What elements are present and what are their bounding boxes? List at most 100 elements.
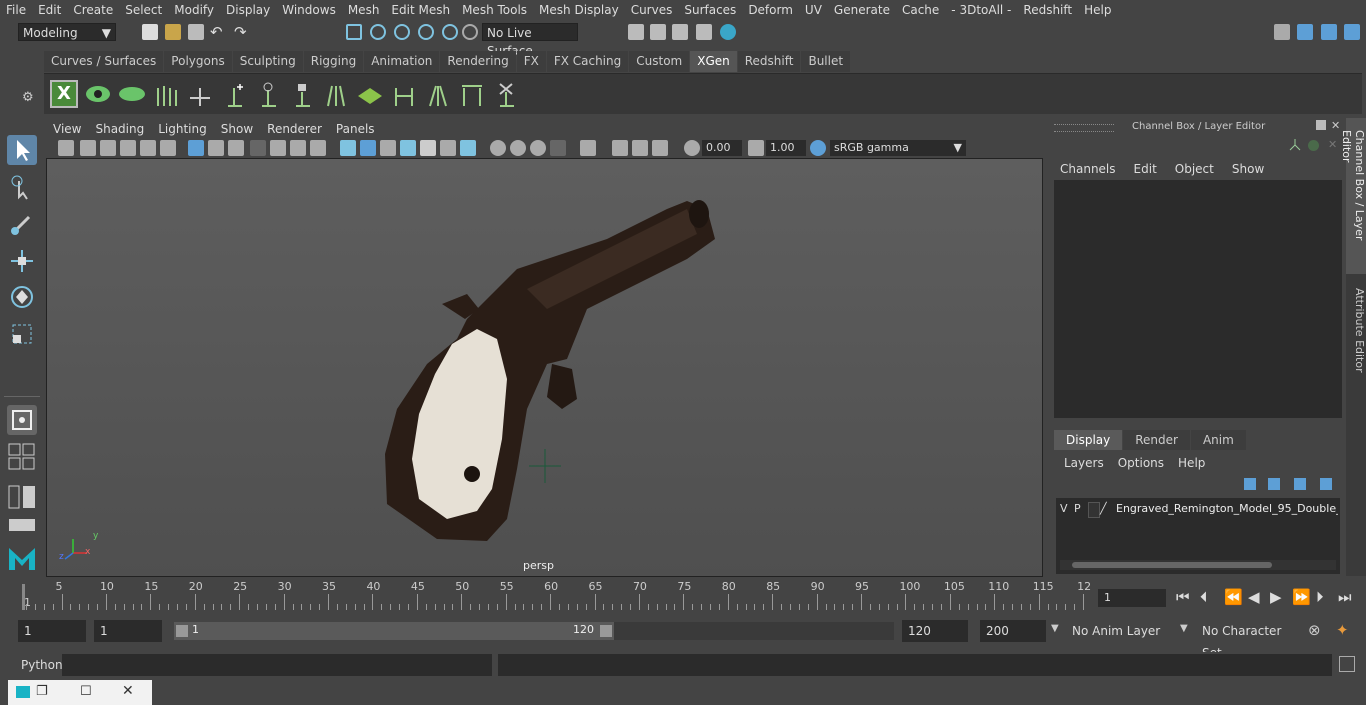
range-slider[interactable]: 1 120 [174,622,614,640]
two-d-pan-icon[interactable] [140,140,156,156]
shelf-tab-redshift[interactable]: Redshift [737,51,801,72]
tab-channel-box[interactable]: Channel Box / Layer Editor [1340,118,1366,274]
xgen-add-guides-icon[interactable] [152,80,180,108]
safe-title-icon[interactable] [310,140,326,156]
perspective-viewport[interactable]: persp y x z [46,158,1043,577]
smooth-shade-icon[interactable] [360,140,376,156]
layer-visibility-toggle[interactable]: V [1060,502,1068,515]
menu-surfaces[interactable]: Surfaces [678,3,742,17]
menu-generate[interactable]: Generate [828,3,896,17]
live-surface-field[interactable]: No Live Surface [482,23,578,58]
menu-create[interactable]: Create [67,3,119,17]
menu-windows[interactable]: Windows [276,3,342,17]
restore-icon[interactable]: ❐ [36,684,48,699]
current-time-marker[interactable] [22,584,25,610]
paint-select-icon[interactable] [7,209,37,239]
render-sequence-icon[interactable] [650,24,666,40]
depth-of-field-icon[interactable] [550,140,566,156]
preferences-icon[interactable]: ✦ [1336,621,1349,639]
gate-mask-icon[interactable] [250,140,266,156]
single-view-icon[interactable] [7,405,37,435]
xgen-editor-icon[interactable]: X [50,80,78,108]
menu-uv[interactable]: UV [799,3,828,17]
snap-surface-icon[interactable] [442,24,458,40]
render-frame-icon[interactable] [628,24,644,40]
channel-box-menu-show[interactable]: Show [1232,162,1264,176]
safe-action-icon[interactable] [290,140,306,156]
grid-toggle-icon[interactable] [188,140,204,156]
undo-icon[interactable]: ↶ [210,24,226,40]
channel-box-menu-channels[interactable]: Channels [1060,162,1116,176]
command-input[interactable] [62,654,492,676]
close-icon[interactable]: ✕ [1331,119,1340,132]
viewport-menu-panels[interactable]: Panels [329,122,382,136]
layer-scrollbar-thumb[interactable] [1072,562,1272,568]
shelf-tab-curves-surfaces[interactable]: Curves / Surfaces [44,51,164,72]
layer-scrollbar[interactable] [1060,560,1336,570]
film-gate-icon[interactable] [208,140,224,156]
channel-box-menu-object[interactable]: Object [1175,162,1214,176]
go-to-end-icon[interactable]: ⏭ [1338,588,1352,606]
viewport-menu-shading[interactable]: Shading [88,122,151,136]
layer-tab-anim[interactable]: Anim [1190,430,1246,450]
move-layer-up-icon[interactable] [1244,478,1256,490]
wireframe-icon[interactable] [340,140,356,156]
layer-menu-help[interactable]: Help [1178,456,1205,470]
camera-attr-icon[interactable] [80,140,96,156]
layer-tab-render[interactable]: Render [1123,430,1190,450]
motion-blur-icon[interactable] [510,140,526,156]
close-icon[interactable]: ✕ [122,683,134,699]
menu-deform[interactable]: Deform [742,3,799,17]
shelf-tab-xgen[interactable]: XGen [690,51,737,72]
xgen-leaf-icon[interactable] [118,80,146,108]
viewport-menu-show[interactable]: Show [214,122,260,136]
scale-tool-icon[interactable] [7,319,37,349]
playback-end-field[interactable]: 120 [902,620,968,642]
shadows-icon[interactable] [460,140,476,156]
anim-layer-dropdown[interactable]: No Anim Layer [1066,620,1174,642]
layer-color-icon[interactable]: ╱ [1100,502,1107,515]
field-chart-icon[interactable] [270,140,286,156]
character-set-dropdown[interactable]: No Character Set [1196,620,1300,660]
isolate-select-icon[interactable] [580,140,596,156]
xray-joints-icon[interactable] [652,140,668,156]
snap-view-icon[interactable] [418,24,434,40]
xgen-width-icon[interactable] [458,80,486,108]
layer-type-toggle[interactable] [1088,502,1100,518]
wireframe-on-shaded-icon[interactable] [400,140,416,156]
lasso-tool-icon[interactable] [7,173,37,203]
viewport-menu-view[interactable]: View [46,122,88,136]
shelf-tab-rigging[interactable]: Rigging [303,51,364,72]
time-slider[interactable]: 1 5 10 15 20 25 30 35 40 45 50 55 60 65 70 75 80 85 90 95 10… [18,580,1091,614]
render-settings-icon[interactable] [696,24,712,40]
shelf-tab-custom[interactable]: Custom [629,51,690,72]
resolution-gate-icon[interactable] [228,140,244,156]
menu-help[interactable]: Help [1078,3,1117,17]
new-layer-icon[interactable] [1294,478,1306,490]
viewport-menu-lighting[interactable]: Lighting [151,122,214,136]
menu-display[interactable]: Display [220,3,276,17]
snap-grid-icon[interactable] [346,24,362,40]
shelf-tab-fx[interactable]: FX [516,51,546,72]
rotate-tool-icon[interactable] [7,282,37,312]
xgen-move-guides-icon[interactable] [186,80,214,108]
viewport-menu-renderer[interactable]: Renderer [260,122,329,136]
move-layer-down-icon[interactable] [1268,478,1280,490]
step-forward-key-icon[interactable]: ⏩ [1292,588,1311,606]
xray-active-icon[interactable] [632,140,648,156]
layer-name[interactable]: Engraved_Remington_Model_95_Double_D [1116,502,1338,515]
snap-point-icon[interactable] [394,24,410,40]
grease-pencil-icon[interactable] [160,140,176,156]
layer-row[interactable]: V P ╱ Engraved_Remington_Model_95_Double… [1056,500,1340,518]
shelf-tab-sculpting[interactable]: Sculpting [232,51,303,72]
layer-tab-display[interactable]: Display [1054,430,1123,450]
command-language-label[interactable]: Python [21,658,63,672]
layout-toggle-icon[interactable] [7,515,37,535]
gear-icon[interactable]: ⚙ [22,90,34,105]
key-icon[interactable]: ⊗ [1308,621,1321,639]
xgen-sculpt-guide-icon[interactable] [254,80,282,108]
textured-icon[interactable] [420,140,436,156]
minimized-window[interactable]: ❐ ☐ ✕ [8,680,152,705]
color-space-dropdown[interactable]: sRGB gamma ▼ [830,140,966,156]
attribute-editor-toggle-icon[interactable] [1297,24,1313,40]
